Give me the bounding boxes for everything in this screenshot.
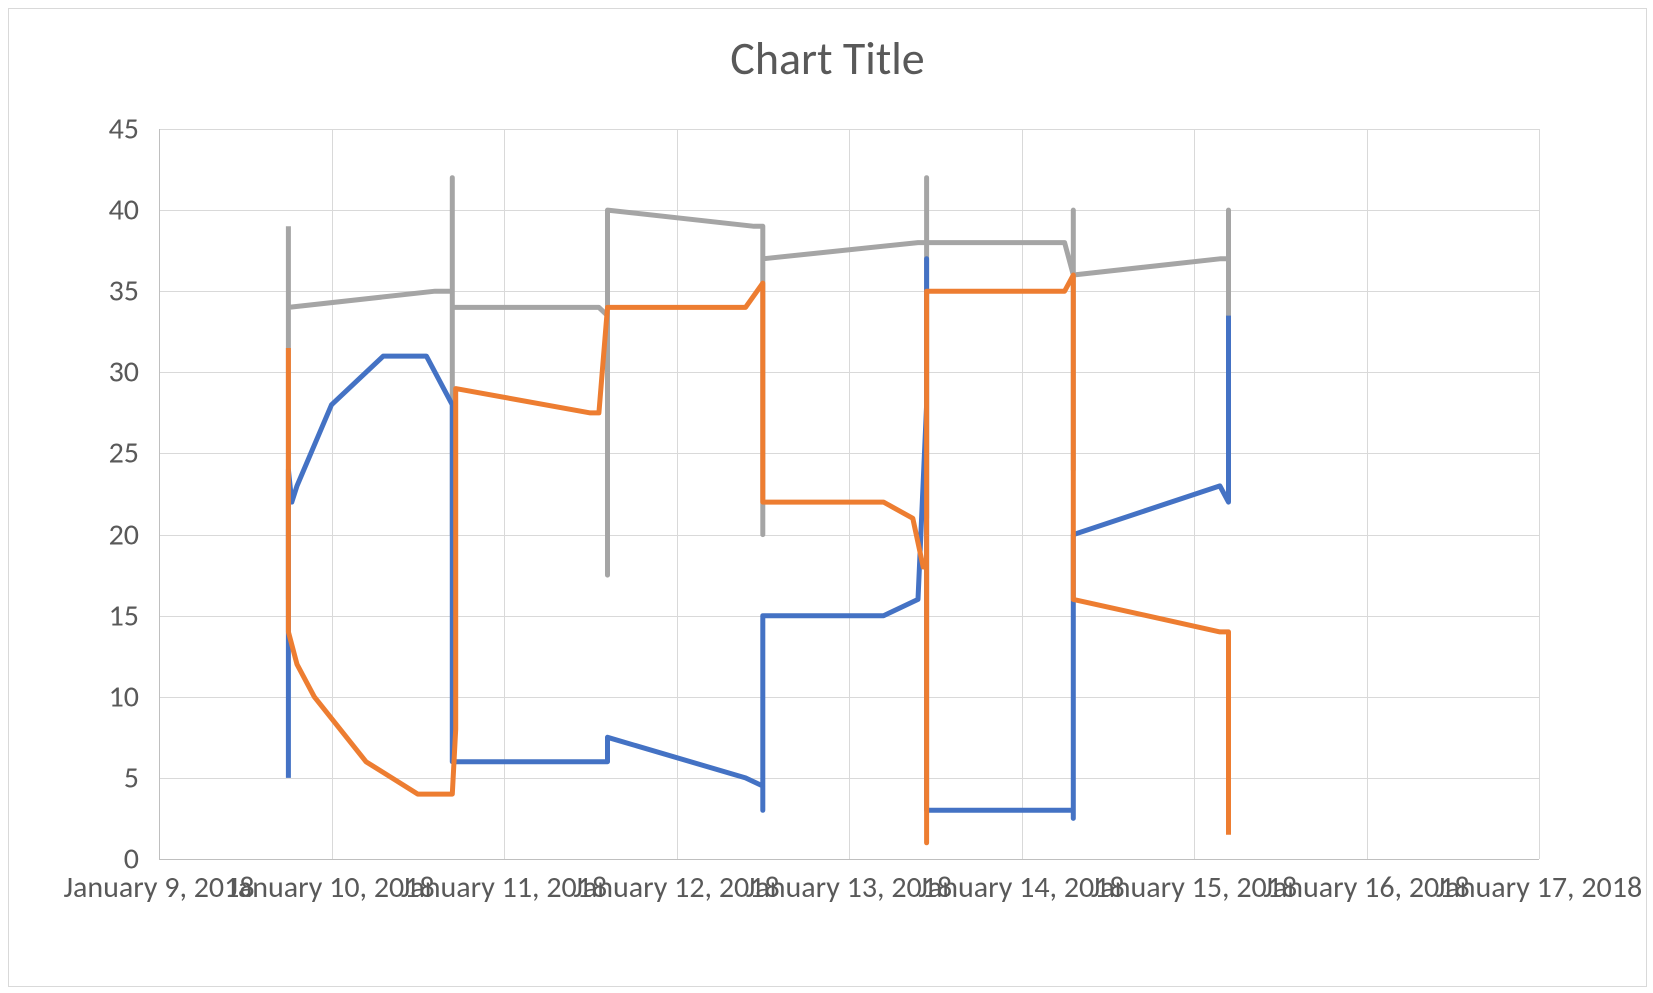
chart-container: Chart Title 0 5 10 15 20 25 30 35 xyxy=(8,8,1647,987)
y-tick-label: 40 xyxy=(59,192,139,229)
y-tick-label: 5 xyxy=(59,759,139,796)
y-tick-label: 15 xyxy=(59,597,139,634)
series-1-line xyxy=(288,259,1228,819)
series-3-line xyxy=(288,178,1228,600)
y-tick-label: 25 xyxy=(59,435,139,472)
x-tick-label: January 9, 2018 xyxy=(63,869,254,906)
plot-area: 0 5 10 15 20 25 30 35 40 45 January 9, 2… xyxy=(159,129,1539,859)
y-tick-label: 45 xyxy=(59,111,139,148)
series-svg xyxy=(159,129,1539,859)
chart-title: Chart Title xyxy=(9,31,1646,87)
x-axis-line xyxy=(159,859,1539,860)
y-tick-label: 30 xyxy=(59,354,139,391)
y-tick-label: 35 xyxy=(59,273,139,310)
y-tick-label: 10 xyxy=(59,678,139,715)
x-tick-label: January 17, 2018 xyxy=(1436,869,1642,906)
gridline-v xyxy=(1539,129,1540,859)
y-tick-label: 20 xyxy=(59,516,139,553)
